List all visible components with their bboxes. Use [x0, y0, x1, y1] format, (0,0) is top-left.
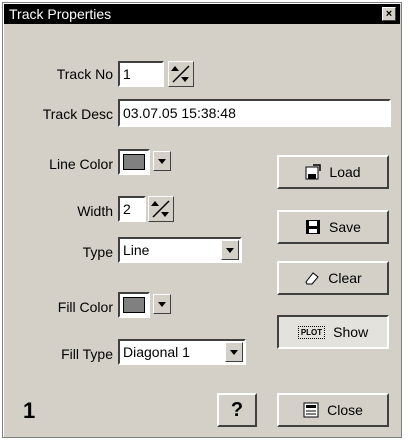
- close-doc-icon: [303, 402, 319, 418]
- help-button[interactable]: ?: [217, 393, 257, 427]
- plot-icon: PLOT: [297, 325, 326, 339]
- track-no-input[interactable]: 1: [118, 61, 164, 87]
- fill-type-label: Fill Type: [61, 346, 113, 362]
- spinner-arrows-icon: [171, 65, 190, 83]
- width-spinner[interactable]: [148, 196, 174, 222]
- load-icon: [305, 164, 322, 180]
- close-button[interactable]: Close: [277, 393, 389, 427]
- line-color-swatch[interactable]: [118, 149, 150, 175]
- close-label: Close: [327, 402, 363, 418]
- clear-button[interactable]: Clear: [277, 261, 389, 295]
- load-label: Load: [329, 164, 361, 180]
- save-button[interactable]: Save: [277, 210, 389, 244]
- spinner-arrows-icon: [151, 200, 170, 218]
- track-number-display: 1: [23, 398, 36, 423]
- show-label: Show: [333, 324, 369, 340]
- fill-color-label: Fill Color: [57, 299, 113, 315]
- clear-label: Clear: [328, 270, 362, 286]
- track-desc-input[interactable]: 03.07.05 15:38:48: [118, 99, 391, 127]
- fill-color-dropdown-arrow-icon[interactable]: [153, 294, 171, 314]
- width-input[interactable]: 2: [118, 196, 146, 222]
- track-properties-window: Track Properties × Track No 1 Track Desc…: [2, 2, 402, 438]
- show-button[interactable]: PLOT Show: [277, 315, 389, 349]
- save-label: Save: [329, 219, 361, 235]
- type-dropdown-arrow-icon[interactable]: [221, 240, 239, 260]
- track-desc-label: Track Desc: [42, 106, 113, 122]
- fill-type-dropdown-arrow-icon[interactable]: [225, 342, 243, 362]
- type-label: Type: [82, 244, 113, 260]
- line-color-label: Line Color: [49, 156, 113, 172]
- close-x-icon[interactable]: ×: [382, 7, 396, 21]
- eraser-icon: [304, 270, 320, 286]
- save-icon: [305, 219, 321, 235]
- track-no-spinner[interactable]: [168, 61, 194, 87]
- help-icon: ?: [230, 398, 244, 421]
- fill-color-swatch[interactable]: [118, 292, 150, 318]
- width-label: Width: [77, 203, 113, 219]
- title-bar: Track Properties ×: [4, 4, 400, 24]
- track-no-label: Track No: [56, 66, 113, 82]
- line-color-dropdown-arrow-icon[interactable]: [153, 151, 171, 171]
- load-button[interactable]: Load: [277, 155, 389, 189]
- window-title: Track Properties: [9, 6, 112, 22]
